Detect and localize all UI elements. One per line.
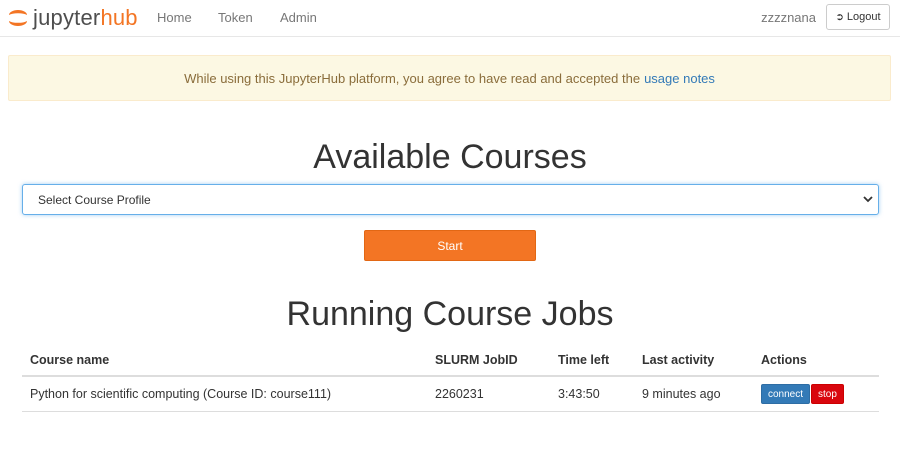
cell-job-id: 2260231: [427, 376, 550, 412]
header-time-left: Time left: [550, 345, 634, 377]
cell-last-activity: 9 minutes ago: [634, 376, 753, 412]
chevron-down-icon: [863, 196, 873, 203]
alert-text: While using this JupyterHub platform, yo…: [184, 70, 641, 86]
header-slurm-jobid: SLURM JobID: [427, 345, 550, 377]
brand-text: jupyterhub: [33, 7, 138, 29]
start-button[interactable]: Start: [364, 230, 536, 261]
available-courses-title: Available Courses: [313, 138, 587, 176]
cell-actions: connect stop: [753, 376, 879, 412]
nav-token[interactable]: Token: [218, 10, 253, 25]
username: zzzznana: [761, 10, 816, 25]
course-profile-value: Select Course Profile: [38, 192, 151, 207]
brand-part-jupyter: jupyter: [33, 5, 101, 30]
header-course-name: Course name: [22, 345, 427, 377]
jupyterhub-logo[interactable]: jupyterhub: [7, 4, 138, 32]
cell-course-name: Python for scientific computing (Course …: [22, 376, 427, 412]
jobs-table: Course name SLURM JobID Time left Last a…: [22, 345, 879, 412]
nav-home[interactable]: Home: [157, 10, 192, 25]
sign-out-icon: ➲: [835, 11, 844, 23]
connect-button[interactable]: connect: [761, 384, 811, 404]
usage-notes-link[interactable]: usage notes: [644, 71, 715, 86]
navbar: jupyterhub Home Token Admin zzzznana ➲ L…: [0, 0, 900, 37]
jupyter-ring-icon: [9, 10, 27, 26]
cell-time-left: 3:43:50: [550, 376, 634, 412]
header-last-activity: Last activity: [634, 345, 753, 377]
header-actions: Actions: [753, 345, 879, 377]
logout-label: Logout: [846, 11, 881, 23]
usage-alert: While using this JupyterHub platform, yo…: [8, 55, 891, 101]
logout-button[interactable]: ➲ Logout: [826, 4, 890, 30]
table-row: Python for scientific computing (Course …: [22, 376, 879, 412]
table-header-row: Course name SLURM JobID Time left Last a…: [22, 345, 879, 377]
stop-button[interactable]: stop: [811, 384, 844, 404]
nav-admin[interactable]: Admin: [280, 10, 317, 25]
course-profile-select[interactable]: Select Course Profile: [22, 184, 879, 215]
brand-part-hub: hub: [100, 5, 138, 30]
running-jobs-title: Running Course Jobs: [286, 295, 614, 333]
